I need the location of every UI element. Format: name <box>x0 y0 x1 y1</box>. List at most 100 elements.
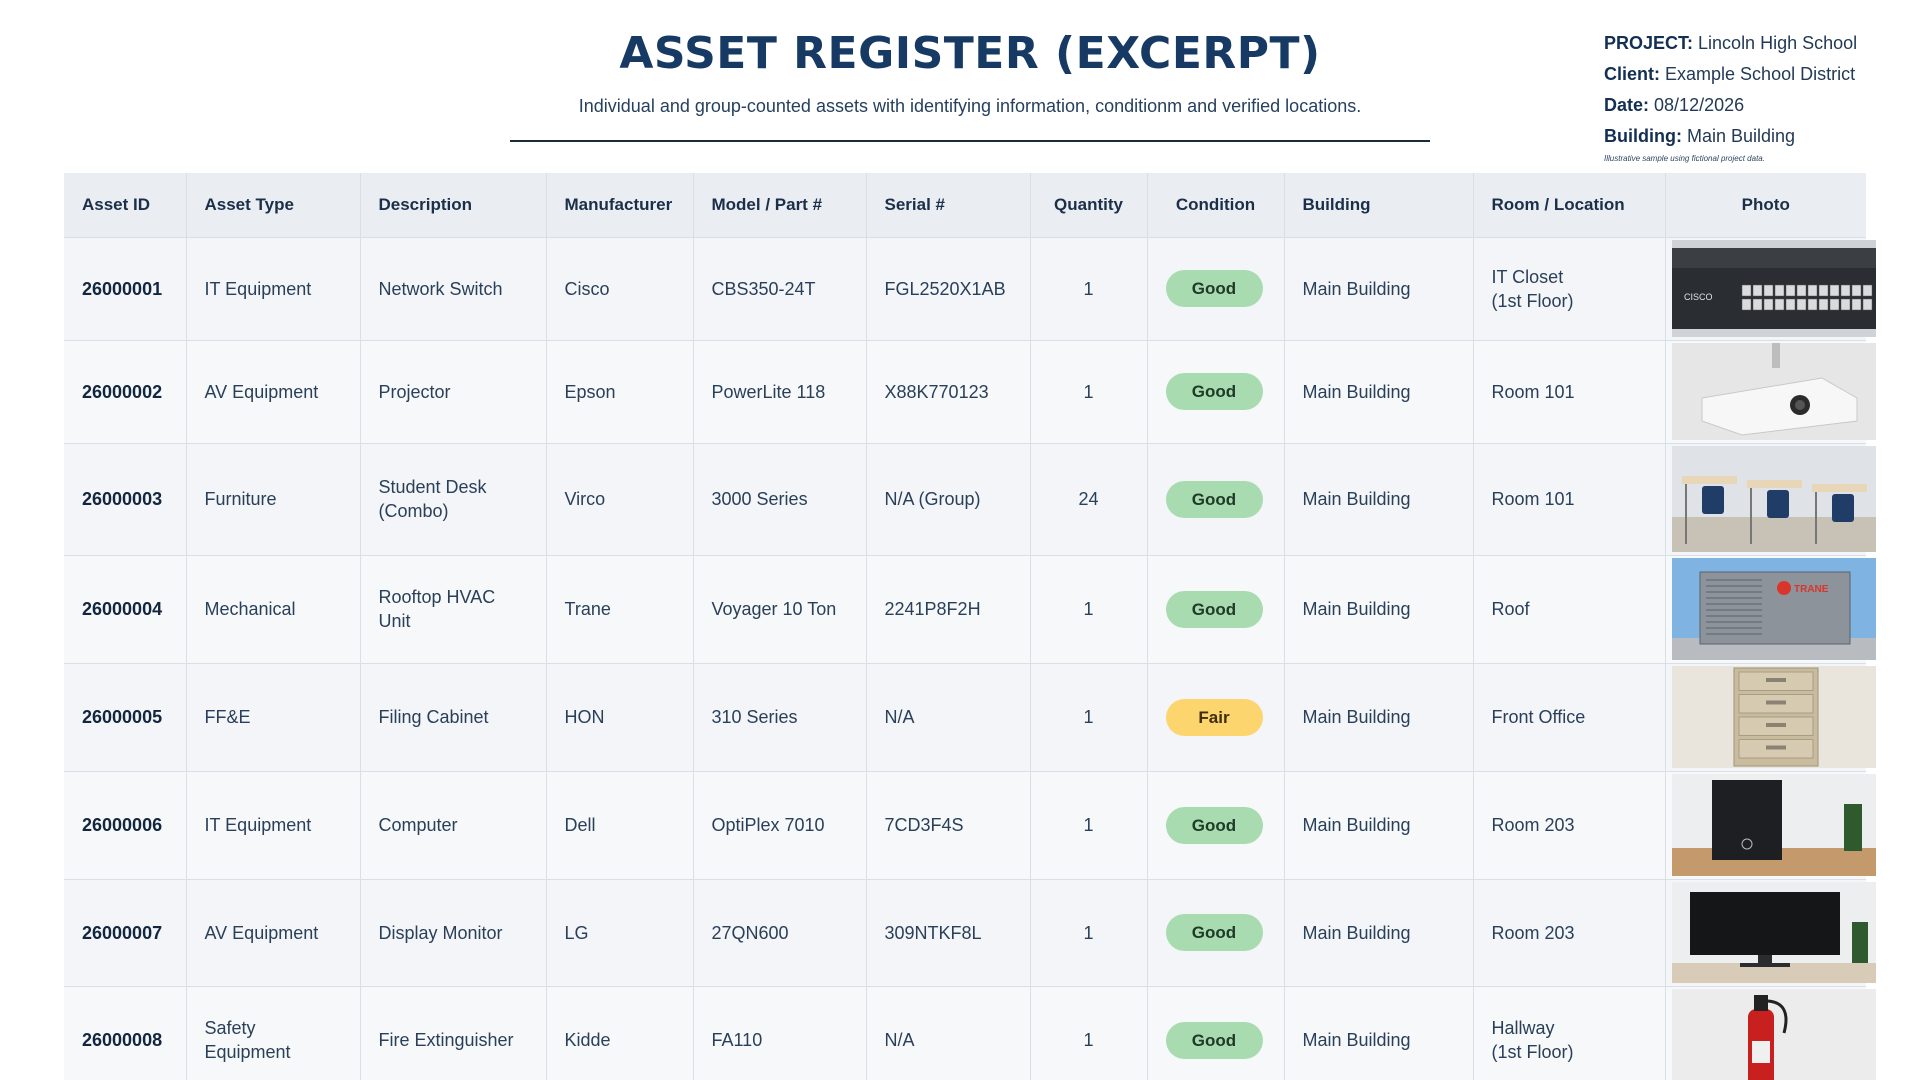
building-label: Building: <box>1604 126 1682 146</box>
location-cell: Room 203 <box>1473 771 1666 880</box>
description-cell: Student Desk (Combo) <box>360 443 547 556</box>
building-cell: Main Building <box>1284 555 1474 664</box>
project-info: PROJECT: Lincoln High School Client: Exa… <box>1604 28 1904 163</box>
table-row: 26000003 Furniture Student Desk (Combo) Vir… <box>64 443 1876 556</box>
quantity-cell: 1 <box>1030 340 1148 444</box>
project-line: PROJECT: Lincoln High School <box>1604 28 1904 59</box>
client-value: Example School District <box>1665 64 1856 84</box>
asset-table: Asset ID Asset Type Description Manufact… <box>64 173 1876 1080</box>
manufacturer-cell: Trane <box>546 555 694 664</box>
asset-id-cell: 26000005 <box>64 663 187 772</box>
condition-cell: Fair <box>1147 663 1285 772</box>
condition-cell: Good <box>1147 443 1285 556</box>
condition-cell: Good <box>1147 237 1285 341</box>
location-cell: Room 101 <box>1473 443 1666 556</box>
manufacturer-cell: LG <box>546 879 694 987</box>
sample-note: Illustrative sample using fictional proj… <box>1604 154 1765 163</box>
asset-type-cell: Safety Equipment <box>186 986 361 1080</box>
table-row: 26000004 Mechanical Rooftop HVAC Unit Trane… <box>64 555 1876 664</box>
quantity-cell: 1 <box>1030 555 1148 664</box>
condition-cell: Good <box>1147 771 1285 880</box>
condition-badge: Good <box>1165 480 1263 518</box>
asset-table-container: Asset ID Asset Type Description Manufact… <box>64 173 1876 1080</box>
title-divider <box>510 140 1430 142</box>
asset-type-cell: Mechanical <box>186 555 361 664</box>
model-cell: OptiPlex 7010 <box>693 771 867 880</box>
serial-cell: N/A <box>866 986 1031 1080</box>
switch-logo-text: CISCO <box>1684 292 1713 302</box>
asset-id-cell: 26000004 <box>64 555 187 664</box>
building-cell: Main Building <box>1284 443 1474 556</box>
manufacturer-cell: HON <box>546 663 694 772</box>
serial-cell: X88K770123 <box>866 340 1031 444</box>
student-desks-photo <box>1671 446 1876 552</box>
col-header: Model / Part # <box>693 173 867 238</box>
building-cell: Main Building <box>1284 771 1474 880</box>
photo-cell <box>1665 443 1876 556</box>
asset-type-cell: AV Equipment <box>186 879 361 987</box>
model-cell: 27QN600 <box>693 879 867 987</box>
quantity-cell: 1 <box>1030 879 1148 987</box>
project-value: Lincoln High School <box>1698 33 1858 53</box>
table-row: 26000006 IT Equipment Computer Dell OptiPlex… <box>64 771 1876 880</box>
asset-type-cell: Furniture <box>186 443 361 556</box>
location-cell: Front Office <box>1473 663 1666 772</box>
model-cell: PowerLite 118 <box>693 340 867 444</box>
condition-cell: Good <box>1147 879 1285 987</box>
description-cell: Fire Extinguisher <box>360 986 547 1080</box>
location-cell: IT Closet (1st Floor) <box>1473 237 1666 341</box>
table-header-row: Asset ID Asset Type Description Manufact… <box>64 173 1866 238</box>
asset-id-cell: 26000006 <box>64 771 187 880</box>
building-cell: Main Building <box>1284 237 1474 341</box>
description-cell: Network Switch <box>360 237 547 341</box>
asset-type-cell: IT Equipment <box>186 237 361 341</box>
table-row: 26000008 Safety Equipment Fire Extinguishe… <box>64 986 1876 1080</box>
location-cell: Hallway (1st Floor) <box>1473 986 1666 1080</box>
table-row: 26000001 IT Equipment Network Switch Cisco C… <box>64 237 1876 341</box>
col-header: Condition <box>1147 173 1285 238</box>
table-row: 26000002 AV Equipment Projector Epson PowerL… <box>64 340 1876 444</box>
description-cell: Computer <box>360 771 547 880</box>
client-line: Client: Example School District <box>1604 59 1904 90</box>
description-cell: Rooftop HVAC Unit <box>360 555 547 664</box>
serial-cell: FGL2520X1AB <box>866 237 1031 341</box>
date-line: Date: 08/12/2026 <box>1604 90 1904 121</box>
serial-cell: N/A <box>866 663 1031 772</box>
projector-photo <box>1671 343 1876 440</box>
condition-badge: Good <box>1165 373 1263 410</box>
document-header: ASSET REGISTER (EXCERPT) Individual and … <box>0 0 1920 172</box>
desktop-computer-photo <box>1671 774 1876 876</box>
asset-id-cell: 26000008 <box>64 986 187 1080</box>
asset-id-cell: 26000001 <box>64 237 187 341</box>
condition-cell: Good <box>1147 555 1285 664</box>
hvac-logo-text: TRANE <box>1794 584 1829 595</box>
location-cell: Room 203 <box>1473 879 1666 987</box>
serial-cell: 7CD3F4S <box>866 771 1031 880</box>
building-line: Building: Main Building <box>1604 121 1904 152</box>
photo-cell: TRANE <box>1665 555 1876 664</box>
table-row: 26000007 AV Equipment Display Monitor LG 27Q… <box>64 879 1876 987</box>
page-title: ASSET REGISTER (EXCERPT) <box>619 28 1321 79</box>
col-header: Asset ID <box>64 173 187 238</box>
description-cell: Filing Cabinet <box>360 663 547 772</box>
project-label: PROJECT: <box>1604 33 1694 53</box>
building-cell: Main Building <box>1284 879 1474 987</box>
manufacturer-cell: Epson <box>546 340 694 444</box>
col-header: Description <box>360 173 547 238</box>
table-row: 26000005 FF&E Filing Cabinet HON 310 Series N… <box>64 663 1876 772</box>
photo-cell <box>1665 986 1876 1080</box>
fire-extinguisher-photo <box>1671 989 1876 1080</box>
asset-type-cell: AV Equipment <box>186 340 361 444</box>
photo-cell: CISCO <box>1665 237 1876 341</box>
photo-cell <box>1665 663 1876 772</box>
condition-cell: Good <box>1147 986 1285 1080</box>
condition-badge: Good <box>1165 914 1263 951</box>
table-body: 26000001 IT Equipment Network Switch Cisco C… <box>64 237 1876 1080</box>
asset-id-cell: 26000002 <box>64 340 187 444</box>
col-header: Building <box>1284 173 1474 238</box>
quantity-cell: 1 <box>1030 237 1148 341</box>
condition-cell: Good <box>1147 340 1285 444</box>
serial-cell: 2241P8F2H <box>866 555 1031 664</box>
model-cell: 3000 Series <box>693 443 867 556</box>
display-monitor-photo <box>1671 882 1876 983</box>
